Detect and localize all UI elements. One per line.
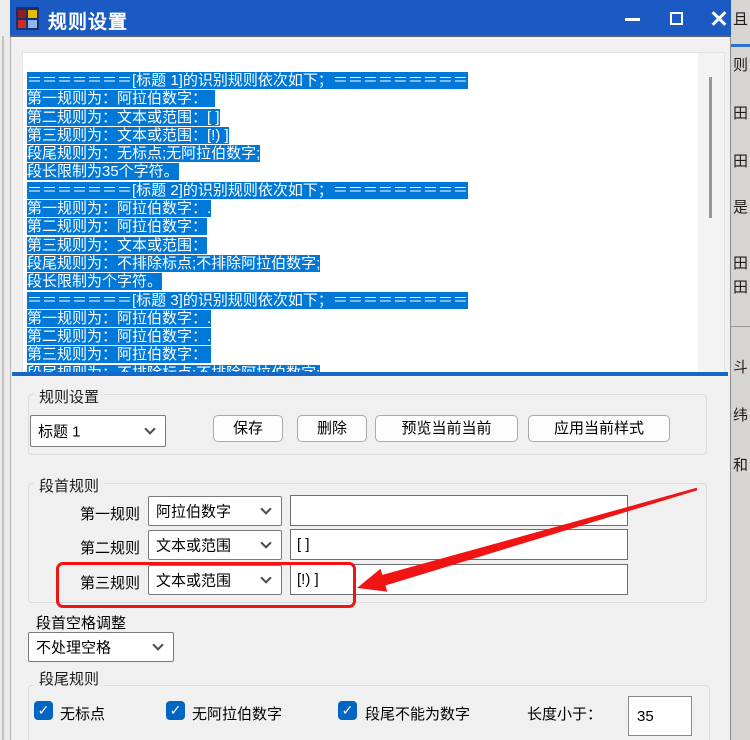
background-text-fragment: 纬	[733, 407, 749, 424]
preview-line: 段尾规则为：不排除标点;不排除阿拉伯数字;	[27, 254, 321, 272]
app-icon-block	[18, 20, 26, 28]
preview-line: 第三规则为：文本或范围：[!) ]	[27, 126, 229, 144]
rules-preview-textbox[interactable]: ＝＝＝＝＝＝＝[标题 1]的识别规则依次如下；＝＝＝＝＝＝＝＝＝ 第一规则为：阿…	[22, 52, 725, 373]
vertical-scrollbar[interactable]	[698, 53, 724, 372]
preview-line: 第三规则为：阿拉伯数字：	[27, 346, 212, 364]
no-punctuation-label: 无标点	[60, 706, 106, 723]
minimize-glyph	[625, 18, 640, 21]
style-select[interactable]: 标题 1	[30, 415, 166, 447]
background-divider	[731, 326, 750, 327]
preview-line: 段尾规则为：无标点;无阿拉伯数字;	[27, 145, 261, 163]
chevron-down-icon	[260, 537, 272, 549]
background-text-fragment: 田	[733, 255, 749, 272]
preview-line: 段长限制为35个字符。	[27, 163, 179, 181]
background-window-left	[0, 0, 10, 740]
textbox-focus-underline	[12, 372, 728, 376]
rule-settings-group-label: 规则设置	[34, 386, 105, 407]
preview-line: 第二规则为：阿拉伯数字：.	[27, 328, 212, 346]
rules-preview-text: ＝＝＝＝＝＝＝[标题 1]的识别规则依次如下；＝＝＝＝＝＝＝＝＝ 第一规则为：阿…	[27, 72, 468, 372]
app-icon-block	[28, 10, 37, 18]
preview-line: 第一规则为：阿拉伯数字：	[27, 90, 216, 108]
annotation-highlight-rect	[56, 562, 356, 608]
space-adjust-label: 段首空格调整	[36, 615, 127, 632]
preview-current-button[interactable]: 预览当前当前	[375, 415, 518, 442]
maximize-glyph	[670, 12, 683, 25]
preview-line: ＝＝＝＝＝＝＝[标题 1]的识别规则依次如下；＝＝＝＝＝＝＝＝＝	[27, 72, 468, 89]
end-not-digit-label: 段尾不能为数字	[365, 706, 471, 723]
rule1-type-select[interactable]: 阿拉伯数字	[148, 496, 282, 526]
end-not-digit-checkbox[interactable]: ✓	[338, 701, 357, 720]
chevron-down-icon	[144, 423, 156, 435]
preview-line: 第二规则为：阿拉伯数字：	[27, 218, 208, 236]
delete-button[interactable]: 删除	[297, 415, 367, 442]
para-start-group-label: 段首规则	[34, 475, 105, 496]
preview-line: 段长限制为个字符。	[27, 273, 163, 291]
background-text-fragment: 田	[733, 105, 749, 122]
no-punctuation-checkbox[interactable]: ✓	[34, 701, 53, 720]
app-icon-block	[18, 10, 26, 18]
title-bar: 规则设置	[10, 0, 731, 37]
app-icon	[16, 7, 39, 30]
chevron-down-icon	[260, 503, 272, 515]
no-arabic-digit-label: 无阿拉伯数字	[192, 706, 283, 723]
space-adjust-select[interactable]: 不处理空格	[28, 632, 174, 662]
background-text-fragment: 则	[733, 57, 749, 74]
rule1-type-value: 阿拉伯数字	[156, 503, 232, 521]
background-text-fragment: 是	[733, 199, 749, 216]
app-icon-block	[28, 20, 37, 28]
rule2-label: 第二规则	[79, 540, 140, 557]
maximize-icon[interactable]	[666, 8, 688, 30]
preview-line: 第一规则为：阿拉伯数字：.	[27, 309, 212, 327]
rule2-type-value: 文本或范围	[156, 537, 232, 555]
space-adjust-value: 不处理空格	[36, 639, 112, 657]
rule2-type-select[interactable]: 文本或范围	[148, 530, 282, 560]
no-arabic-digit-checkbox[interactable]: ✓	[166, 701, 185, 720]
rule1-value-input[interactable]	[290, 495, 628, 526]
close-icon[interactable]	[708, 8, 730, 30]
window-title: 规则设置	[48, 12, 129, 33]
background-text-fragment: 和	[733, 457, 749, 474]
save-button[interactable]: 保存	[213, 415, 283, 442]
preview-line: 第二规则为：文本或范围：[ ]	[27, 108, 220, 126]
background-text-fragment: 田	[733, 279, 749, 296]
background-pane-divider	[2, 36, 4, 740]
preview-line: 第三规则为：文本或范围：	[27, 236, 208, 254]
rule2-value-input[interactable]	[290, 529, 628, 560]
preview-line: ＝＝＝＝＝＝＝[标题 3]的识别规则依次如下；＝＝＝＝＝＝＝＝＝	[27, 291, 468, 309]
style-select-value: 标题 1	[38, 423, 81, 441]
background-text-fragment: 田	[733, 153, 749, 170]
minimize-icon[interactable]	[622, 8, 644, 30]
background-text-fragment: 且	[733, 11, 749, 28]
apply-style-button[interactable]: 应用当前样式	[528, 415, 670, 442]
chevron-down-icon	[152, 639, 164, 651]
length-value-input[interactable]	[628, 696, 692, 736]
background-blue-divider	[731, 44, 750, 47]
background-window-right: 且 则 田 田 是 田 田 斗 纬 和	[731, 0, 750, 740]
preview-line: ＝＝＝＝＝＝＝[标题 2]的识别规则依次如下；＝＝＝＝＝＝＝＝＝	[27, 181, 468, 199]
para-end-group-label: 段尾规则	[34, 668, 105, 689]
background-text-fragment: 斗	[733, 359, 749, 376]
rule1-label: 第一规则	[79, 506, 140, 523]
length-less-than-label: 长度小于：	[527, 706, 603, 723]
preview-line: 第一规则为：阿拉伯数字：.	[27, 200, 212, 218]
scrollbar-thumb[interactable]	[709, 77, 712, 218]
screenshot-stage: 且 则 田 田 是 田 田 斗 纬 和 规则设置 ＝＝＝＝＝＝＝[标题 1]的识…	[0, 0, 750, 740]
